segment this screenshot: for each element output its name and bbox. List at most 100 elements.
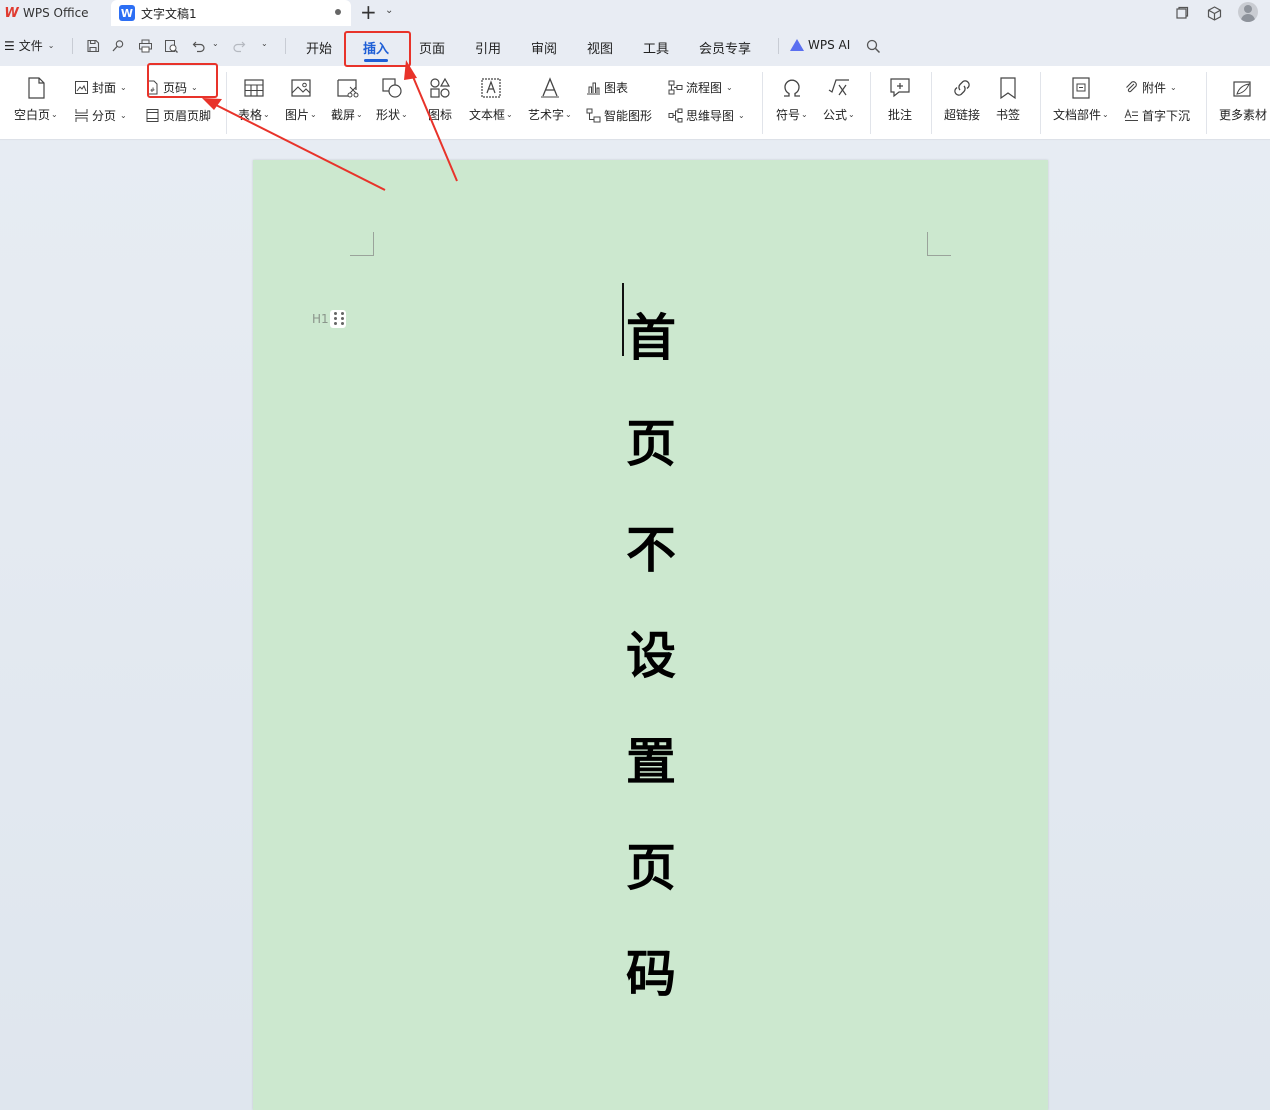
attachment-button[interactable]: 附件 ⌄ <box>1124 79 1177 96</box>
insert-tab-highlight <box>344 31 411 67</box>
chart-label: 图表 <box>604 81 629 95</box>
chevron-down-icon: ⌄ <box>801 110 808 119</box>
flowchart-icon <box>668 80 683 95</box>
textbox-button[interactable]: 文本框 ⌄ <box>469 76 513 123</box>
tab-review[interactable]: 审阅 <box>531 38 557 57</box>
more-quick-actions-icon[interactable]: ⌄ <box>261 39 268 48</box>
tab-view[interactable]: 视图 <box>587 38 613 57</box>
cube-icon[interactable] <box>1204 3 1224 23</box>
shape-button[interactable]: 形状 ⌄ <box>376 76 408 123</box>
chevron-down-icon: ⌄ <box>120 83 127 92</box>
shape-label: 形状 <box>376 108 401 122</box>
tab-home[interactable]: 开始 <box>306 38 332 57</box>
wps-logo-icon: W <box>4 5 19 21</box>
chart-button[interactable]: 图表 <box>586 79 628 96</box>
heading-char: 首 <box>626 308 676 367</box>
heading-char: 设 <box>626 626 676 685</box>
redo-icon[interactable] <box>231 38 247 54</box>
divider <box>226 72 227 134</box>
user-avatar[interactable] <box>1238 2 1258 22</box>
unsaved-dot-icon[interactable] <box>335 9 341 15</box>
hyperlink-button[interactable]: 超链接 <box>944 76 980 123</box>
attachment-label: 附件 <box>1142 81 1167 95</box>
chevron-down-icon: ⌄ <box>506 110 513 119</box>
symbol-button[interactable]: 符号 ⌄ <box>776 76 808 123</box>
chevron-down-icon: ⌄ <box>738 111 745 120</box>
more-assets-button[interactable]: 更多素材 <box>1219 76 1267 123</box>
paperclip-icon <box>1126 81 1137 93</box>
chevron-down-icon: ⌄ <box>401 110 408 119</box>
heading-char: 页 <box>626 838 676 897</box>
shape-icon <box>382 78 402 98</box>
doc-parts-icon <box>1072 77 1090 99</box>
mindmap-button[interactable]: 思维导图 ⌄ <box>668 107 745 124</box>
flowchart-label: 流程图 <box>686 81 723 95</box>
drop-cap-button[interactable]: 首字下沉 <box>1124 107 1190 124</box>
header-footer-button[interactable]: 页眉页脚 <box>145 107 211 124</box>
save-icon[interactable] <box>85 38 101 54</box>
new-tab-button[interactable]: + <box>360 1 377 23</box>
header-footer-label: 页眉页脚 <box>163 109 212 123</box>
textbox-icon <box>481 78 501 98</box>
divider <box>870 72 871 134</box>
more-assets-icon <box>1233 81 1251 97</box>
tab-member[interactable]: 会员专享 <box>699 38 751 57</box>
chevron-down-icon[interactable]: ⌄ <box>212 39 219 48</box>
smartart-button[interactable]: 智能图形 <box>586 107 652 124</box>
icon-button[interactable]: 图标 <box>428 76 452 123</box>
tab-tools[interactable]: 工具 <box>643 38 669 57</box>
divider <box>762 72 763 134</box>
wps-ai-button[interactable]: WPS AI <box>790 38 850 52</box>
page-break-button[interactable]: 分页 ⌄ <box>74 107 127 124</box>
format-painter-icon[interactable] <box>110 38 126 54</box>
screenshot-button[interactable]: 截屏 ⌄ <box>331 76 363 123</box>
wordart-button[interactable]: 艺术字 ⌄ <box>528 76 572 123</box>
table-button[interactable]: 表格 ⌄ <box>238 76 270 123</box>
heading-char: 码 <box>626 944 676 1003</box>
chevron-down-icon: ⌄ <box>263 110 270 119</box>
app-name: WPS Office <box>23 6 89 20</box>
blank-page-button[interactable]: 空白页 ⌄ <box>14 76 58 123</box>
search-icon[interactable] <box>865 38 881 54</box>
document-page[interactable]: H1 首 页 不 设 置 页 码 <box>253 160 1048 1110</box>
cover-button[interactable]: 封面 ⌄ <box>74 79 127 96</box>
restore-window-icon[interactable] <box>1172 3 1192 23</box>
page-break-label: 分页 <box>92 109 117 123</box>
bookmark-icon <box>1000 77 1016 100</box>
print-icon[interactable] <box>137 38 153 54</box>
page-break-icon <box>75 109 88 122</box>
vertical-heading-text[interactable]: 首 页 不 设 置 页 码 <box>623 285 679 1027</box>
divider <box>1206 72 1207 134</box>
doc-parts-button[interactable]: 文档部件 ⌄ <box>1053 76 1109 123</box>
bookmark-button[interactable]: 书签 <box>996 76 1020 123</box>
margin-corner-top-right <box>927 232 951 256</box>
home-tab[interactable]: W WPS Office <box>0 0 108 26</box>
cover-icon <box>75 81 88 94</box>
writer-doc-icon: W <box>119 5 135 21</box>
chevron-down-icon: ⌄ <box>51 110 58 119</box>
menu-bar: ☰ 文件 ⌄ ⌄ ⌄ 开始 插入 页面 引用 审阅 视图 工具 会员专享 WPS… <box>0 26 1270 66</box>
undo-icon[interactable] <box>191 38 207 54</box>
page-number-highlight <box>147 63 218 98</box>
chevron-down-icon[interactable]: ⌄ <box>385 5 393 16</box>
formula-button[interactable]: 公式 ⌄ <box>823 76 855 123</box>
flowchart-button[interactable]: 流程图 ⌄ <box>668 79 733 96</box>
drop-cap-icon <box>1124 108 1138 121</box>
print-preview-icon[interactable] <box>163 38 179 54</box>
file-menu[interactable]: ☰ 文件 ⌄ <box>4 37 54 54</box>
tab-references[interactable]: 引用 <box>475 38 501 57</box>
drop-cap-label: 首字下沉 <box>1142 109 1191 123</box>
picture-icon <box>291 79 311 97</box>
bookmark-label: 书签 <box>996 108 1021 122</box>
picture-button[interactable]: 图片 ⌄ <box>285 76 317 123</box>
tab-page[interactable]: 页面 <box>419 38 445 57</box>
comment-label: 批注 <box>888 108 913 122</box>
comment-icon <box>890 78 910 98</box>
cover-label: 封面 <box>92 81 117 95</box>
table-icon <box>244 79 264 97</box>
comment-button[interactable]: 批注 <box>888 76 912 123</box>
drag-handle-icon[interactable] <box>330 310 346 328</box>
smartart-label: 智能图形 <box>604 109 653 123</box>
document-tab[interactable]: W 文字文稿1 <box>111 0 351 26</box>
document-tab-title: 文字文稿1 <box>141 6 197 21</box>
